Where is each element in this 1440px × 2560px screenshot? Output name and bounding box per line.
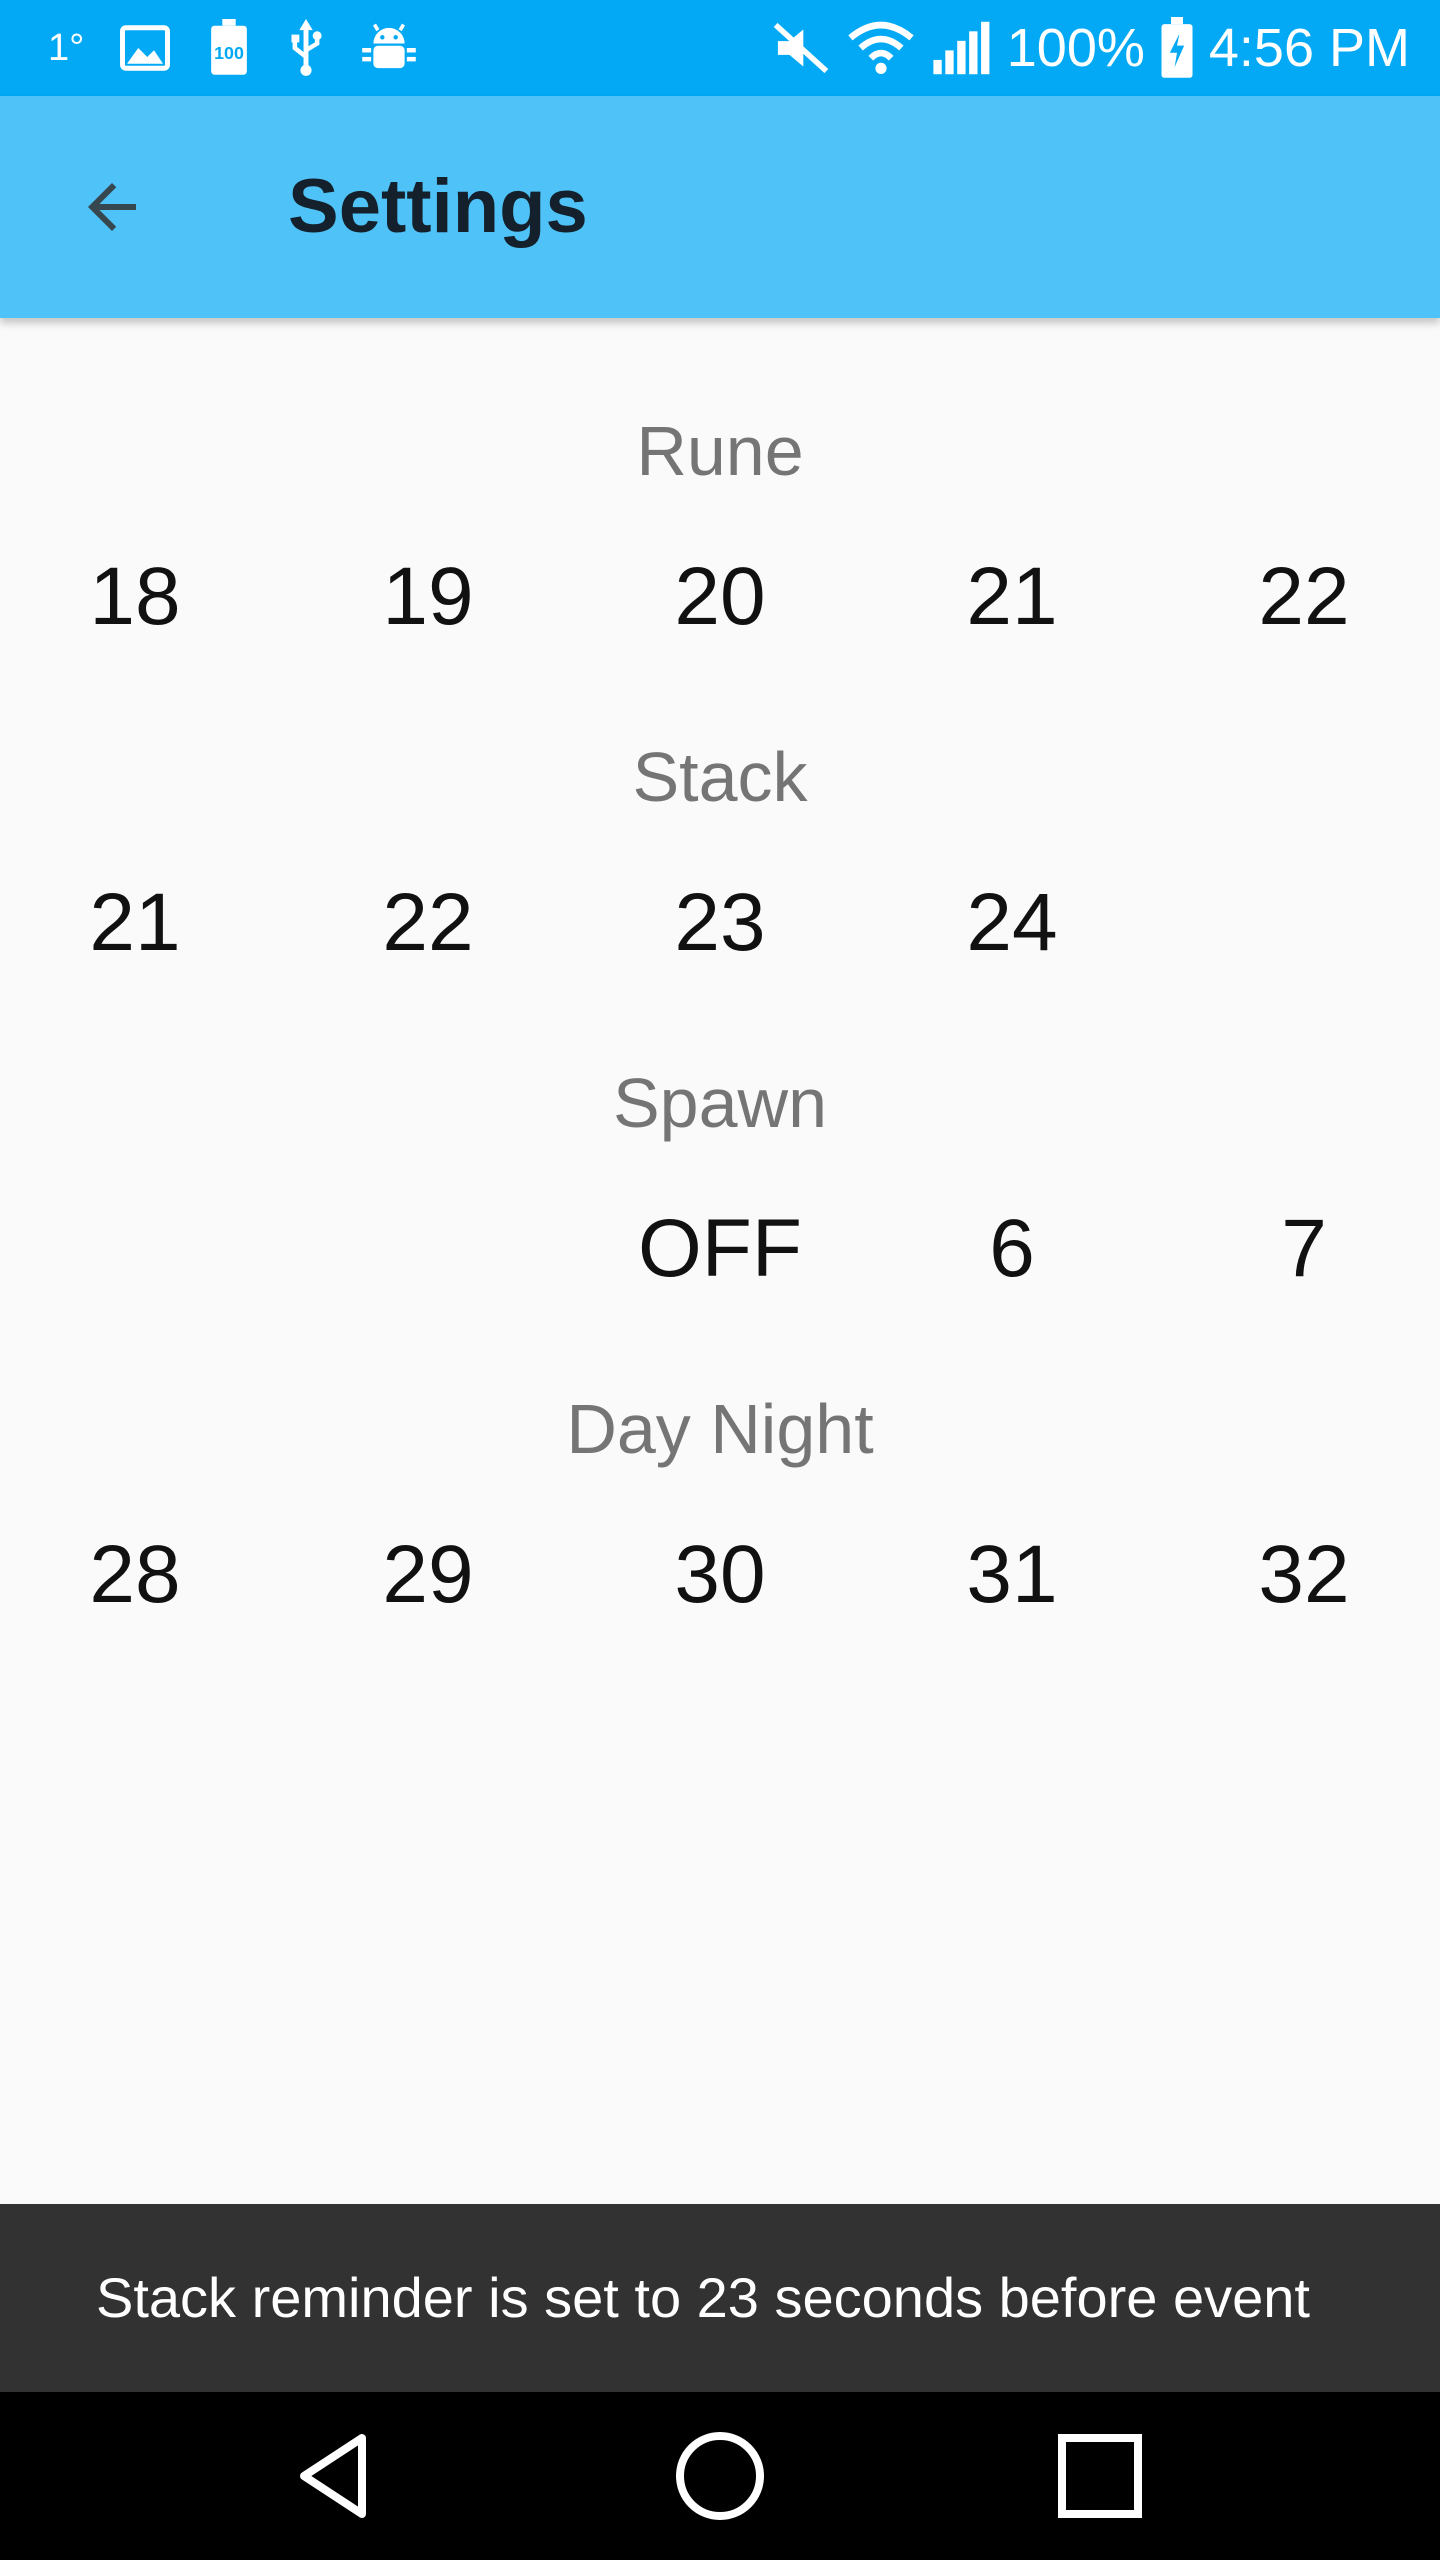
stack-option[interactable]: 21: [15, 873, 255, 973]
rune-option[interactable]: 22: [1184, 547, 1424, 647]
temperature-text: 1°: [48, 27, 85, 69]
day-night-option[interactable]: 28: [15, 1525, 255, 1625]
snackbar: Stack reminder is set to 23 seconds befo…: [0, 2204, 1440, 2392]
home-circle-icon: [676, 2432, 764, 2520]
clock-text: 4:56 PM: [1208, 18, 1410, 78]
status-system: 100% 4:56 PM: [771, 0, 1410, 96]
day-night-option[interactable]: 29: [308, 1525, 548, 1625]
app-toolbar: Settings: [0, 96, 1440, 318]
back-button[interactable]: [56, 151, 168, 263]
wifi-icon: [848, 21, 914, 74]
section-title-day-night: Day Night: [566, 1390, 874, 1468]
navigation-bar: [0, 2392, 1440, 2560]
nav-home-button[interactable]: [650, 2406, 790, 2546]
android-debug-icon: [362, 23, 417, 69]
battery-charging-icon: [1161, 17, 1193, 78]
recents-square-icon: [1058, 2434, 1142, 2518]
rune-value-picker[interactable]: 18 19 20 21 22: [0, 547, 1440, 647]
section-title-spawn: Spawn: [612, 1064, 828, 1142]
status-notifications: 1° 100: [48, 0, 418, 96]
spawn-option[interactable]: 7: [1184, 1199, 1424, 1299]
status-bar: 1° 100 100% 4:56 PM: [0, 0, 1440, 96]
day-night-value-picker[interactable]: 28 29 30 31 32: [0, 1525, 1440, 1625]
usb-icon: [291, 19, 322, 76]
day-night-option[interactable]: 31: [892, 1525, 1132, 1625]
page-title: Settings: [288, 164, 588, 249]
mute-icon: [773, 22, 829, 74]
stack-option[interactable]: 22: [308, 873, 548, 973]
stack-value-picker[interactable]: 21 22 23 24: [0, 873, 1440, 973]
stack-option[interactable]: 24: [892, 873, 1132, 973]
spawn-value-picker[interactable]: OFF 6 7: [0, 1199, 1440, 1299]
rune-option[interactable]: 18: [15, 547, 255, 647]
battery-percent-text: 100%: [1006, 18, 1145, 78]
stack-option[interactable]: 23: [600, 873, 840, 973]
snackbar-message: Stack reminder is set to 23 seconds befo…: [96, 2266, 1310, 2329]
signal-icon: [933, 21, 990, 75]
spawn-option[interactable]: 6: [892, 1199, 1132, 1299]
day-night-option[interactable]: 30: [600, 1525, 840, 1625]
nav-recents-button[interactable]: [1030, 2406, 1170, 2546]
section-title-rune: Rune: [636, 412, 804, 490]
section-title-stack: Stack: [632, 738, 808, 816]
battery-100-icon: 100: [211, 19, 248, 75]
day-night-option[interactable]: 32: [1184, 1525, 1424, 1625]
rune-option[interactable]: 19: [308, 547, 548, 647]
rune-option[interactable]: 21: [892, 547, 1132, 647]
back-triangle-icon: [300, 2434, 366, 2518]
settings-screen: 1° 100 100% 4:56 PM Settings Rune 18 19 …: [0, 0, 1440, 2560]
image-icon: [120, 25, 171, 71]
arrow-back-icon: [88, 183, 136, 231]
spawn-option[interactable]: OFF: [600, 1199, 840, 1299]
rune-option[interactable]: 20: [600, 547, 840, 647]
nav-back-button[interactable]: [270, 2406, 410, 2546]
svg-text:100: 100: [214, 43, 244, 63]
